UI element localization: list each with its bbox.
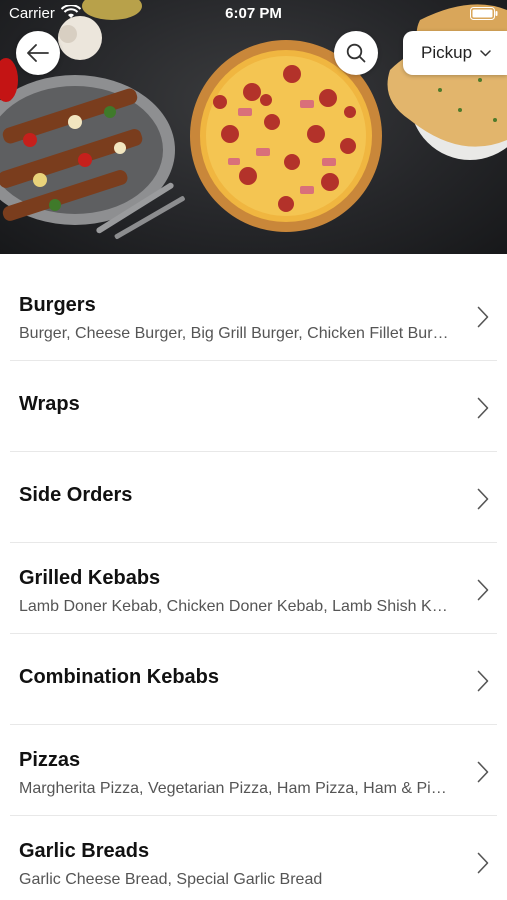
chevron-right-icon — [477, 579, 489, 601]
chevron-right-icon — [477, 852, 489, 874]
category-title: Side Orders — [19, 484, 133, 506]
back-button[interactable] — [16, 31, 60, 75]
category-title: Pizzas — [19, 749, 81, 771]
category-list: Burgers Burger, Cheese Burger, Big Grill… — [0, 270, 507, 900]
hero-banner: Carrier 6:07 PM Pickup — [0, 0, 507, 254]
category-title: Garlic Breads — [19, 840, 150, 862]
category-subtitle: Lamb Doner Kebab, Chicken Doner Kebab, L… — [19, 598, 449, 615]
category-subtitle: Margherita Pizza, Vegetarian Pizza, Ham … — [19, 780, 449, 797]
search-icon — [346, 43, 366, 63]
category-row-grilled-kebabs[interactable]: Grilled Kebabs Lamb Doner Kebab, Chicken… — [10, 543, 497, 634]
chevron-right-icon — [477, 670, 489, 692]
chevron-right-icon — [477, 761, 489, 783]
status-bar: Carrier 6:07 PM — [0, 0, 507, 28]
chevron-right-icon — [477, 397, 489, 419]
search-button[interactable] — [334, 31, 378, 75]
battery-icon — [470, 7, 498, 20]
category-row-wraps[interactable]: Wraps — [10, 361, 497, 452]
category-row-burgers[interactable]: Burgers Burger, Cheese Burger, Big Grill… — [10, 270, 497, 361]
category-row-combination-kebabs[interactable]: Combination Kebabs — [10, 634, 497, 725]
menu-screen: Carrier 6:07 PM Pickup Burgers Burger, C… — [0, 0, 507, 900]
arrow-left-icon — [27, 44, 49, 62]
chevron-right-icon — [477, 306, 489, 328]
category-title: Combination Kebabs — [19, 666, 220, 688]
pickup-dropdown[interactable]: Pickup — [403, 31, 507, 75]
category-row-side-orders[interactable]: Side Orders — [10, 452, 497, 543]
category-title: Wraps — [19, 393, 80, 415]
category-row-pizzas[interactable]: Pizzas Margherita Pizza, Vegetarian Pizz… — [10, 725, 497, 816]
clock: 6:07 PM — [225, 5, 282, 22]
pickup-label: Pickup — [421, 43, 473, 62]
category-subtitle: Garlic Cheese Bread, Special Garlic Brea… — [19, 871, 323, 888]
category-subtitle: Burger, Cheese Burger, Big Grill Burger,… — [19, 325, 449, 342]
category-row-garlic-breads[interactable]: Garlic Breads Garlic Cheese Bread, Speci… — [10, 816, 497, 900]
chevron-down-icon — [480, 49, 491, 56]
category-title: Grilled Kebabs — [19, 567, 161, 589]
chevron-right-icon — [477, 488, 489, 510]
category-title: Burgers — [19, 294, 96, 316]
